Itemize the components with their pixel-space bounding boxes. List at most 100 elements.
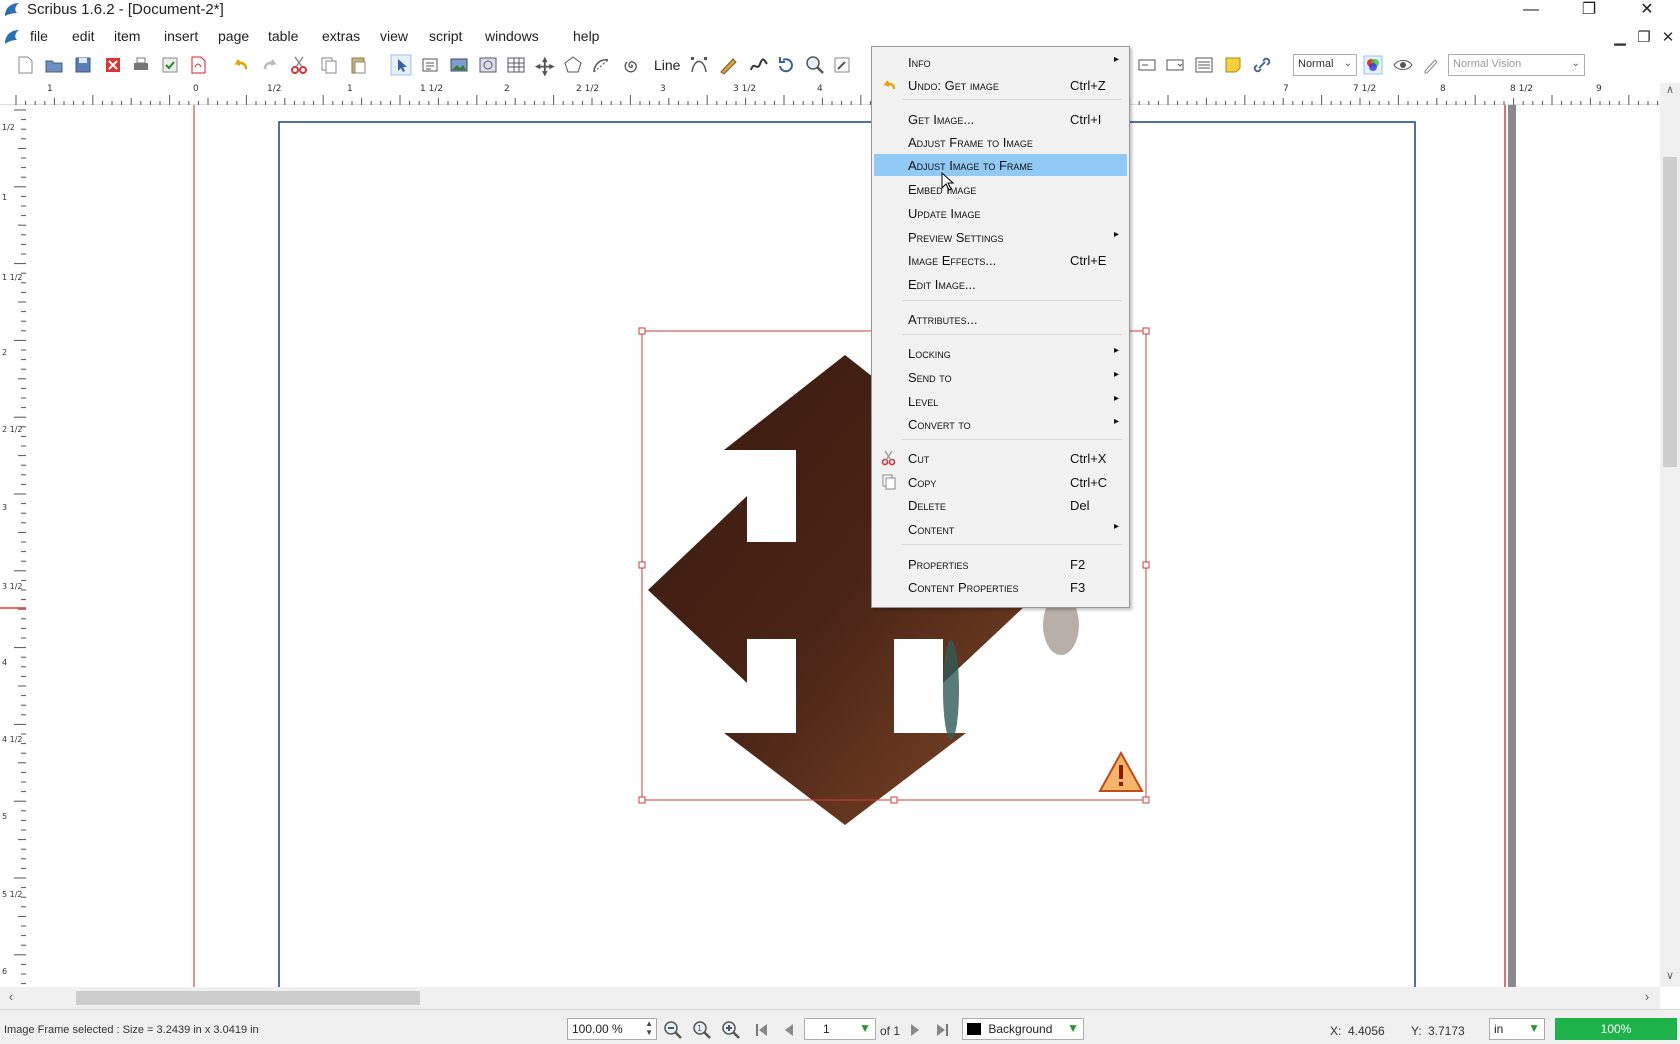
menu-item-copy[interactable]: Copy Ctrl+C — [874, 471, 1127, 493]
scroll-right-icon[interactable]: › — [1638, 989, 1656, 1007]
line-tool-label[interactable]: Line — [654, 57, 680, 73]
edit-mode-icon[interactable] — [1420, 54, 1442, 76]
preview-mode-icon[interactable] — [1392, 54, 1414, 76]
menu-help[interactable]: help — [573, 28, 599, 44]
polygon-tool-icon[interactable] — [562, 54, 584, 76]
first-page-icon[interactable] — [752, 1020, 772, 1040]
menu-item-send-to[interactable]: Send to ▸ — [874, 366, 1127, 388]
pdf-text-field-icon[interactable] — [1136, 54, 1158, 76]
menu-item-update-image[interactable]: Update Image — [874, 202, 1127, 224]
vertical-scroll-thumb[interactable] — [1663, 157, 1677, 467]
menu-item-adjust-frame-to-image[interactable]: Adjust Frame to Image — [874, 131, 1127, 153]
horizontal-scrollbar[interactable]: ‹ › — [0, 987, 1660, 1009]
zoom-input[interactable]: 100.00 % ▲ ▼ — [567, 1018, 657, 1040]
link-annotation-icon[interactable] — [1251, 54, 1273, 76]
menu-item-content-properties[interactable]: Content Properties F3 — [874, 576, 1127, 598]
menu-table[interactable]: table — [268, 28, 298, 44]
shape-tool-icon[interactable] — [534, 54, 556, 77]
menu-view[interactable]: view — [380, 28, 408, 44]
rotate-tool-icon[interactable] — [775, 54, 797, 76]
menu-item-locking[interactable]: Locking ▸ — [874, 342, 1127, 364]
menu-file[interactable]: file — [30, 28, 48, 44]
page-number-select[interactable]: 1 ▼ — [804, 1018, 876, 1040]
scroll-left-icon[interactable]: ‹ — [2, 989, 20, 1007]
arc-tool-icon[interactable] — [590, 54, 612, 76]
menu-edit[interactable]: edit — [72, 28, 95, 44]
menu-item-embed-image[interactable]: Embed Image — [874, 178, 1127, 200]
visual-appearance-select[interactable]: Normal Vision ⌄ — [1448, 54, 1585, 76]
image-preview-quality-select[interactable]: Normal ⌄ — [1293, 54, 1357, 76]
doc-close-icon[interactable]: ✕ — [1658, 28, 1678, 48]
zoom-actual-size-icon[interactable]: 1 — [692, 1020, 712, 1040]
menu-item-level[interactable]: Level ▸ — [874, 390, 1127, 412]
menu-item-cut[interactable]: Cut Ctrl+X — [874, 447, 1127, 469]
unit-select[interactable]: in ▼ — [1489, 1018, 1545, 1040]
print-icon[interactable] — [130, 54, 152, 76]
calligraphic-tool-icon[interactable] — [748, 54, 770, 76]
menu-insert[interactable]: insert — [164, 28, 198, 44]
menu-item-info[interactable]: Info ▸ — [874, 51, 1127, 73]
close-document-icon[interactable] — [102, 54, 124, 76]
cut-icon[interactable] — [288, 54, 310, 76]
menu-page[interactable]: page — [218, 28, 249, 44]
menu-item-properties[interactable]: Properties F2 — [874, 553, 1127, 575]
zoom-in-icon[interactable] — [721, 1020, 741, 1040]
zoom-out-icon[interactable] — [663, 1020, 683, 1040]
pdf-list-box-icon[interactable] — [1193, 54, 1215, 76]
menu-item-delete[interactable]: Delete Del — [874, 494, 1127, 516]
menu-windows[interactable]: windows — [485, 28, 539, 44]
menu-item-content[interactable]: Content ▸ — [874, 518, 1127, 540]
doc-restore-icon[interactable]: ❐ — [1634, 28, 1654, 48]
preflight-icon[interactable] — [159, 54, 181, 76]
color-management-icon[interactable] — [1362, 54, 1384, 76]
freehand-tool-icon[interactable] — [717, 54, 739, 76]
menu-item-convert-to[interactable]: Convert to ▸ — [874, 413, 1127, 435]
image-frame-icon[interactable] — [448, 54, 470, 76]
open-folder-icon[interactable] — [43, 54, 65, 76]
scroll-up-icon[interactable]: ∧ — [1660, 83, 1680, 101]
edit-contents-icon[interactable] — [831, 54, 853, 76]
menu-item-adjust-image-to-frame[interactable]: Adjust Image to Frame — [874, 154, 1127, 176]
menu-item-undo[interactable]: Undo: Get image Ctrl+Z — [874, 74, 1127, 96]
bezier-tool-icon[interactable] — [688, 54, 710, 76]
new-document-icon[interactable] — [14, 54, 36, 76]
redo-icon[interactable] — [259, 54, 281, 76]
paste-icon[interactable] — [347, 54, 369, 76]
save-icon[interactable] — [72, 54, 94, 76]
next-page-icon[interactable] — [905, 1020, 925, 1040]
pdf-combo-box-icon[interactable] — [1164, 54, 1186, 76]
menu-script[interactable]: script — [429, 28, 462, 44]
layer-name-value: Background — [988, 1022, 1053, 1036]
zoom-tool-icon[interactable] — [804, 54, 826, 76]
horizontal-scroll-thumb[interactable] — [76, 991, 420, 1005]
document-canvas[interactable] — [26, 105, 1660, 987]
doc-minimize-icon[interactable]: ▁ — [1610, 28, 1630, 48]
render-frame-icon[interactable] — [477, 54, 499, 76]
horizontal-ruler[interactable]: 1 0 1/2 1 1 1/2 2 2 1/2 3 3 1/2 4 7 7 1/… — [0, 83, 1662, 105]
layer-select[interactable]: Background ▼ — [962, 1018, 1084, 1040]
scroll-down-icon[interactable]: ∨ — [1660, 969, 1680, 987]
spiral-tool-icon[interactable] — [620, 54, 642, 76]
vertical-scrollbar[interactable]: ∧ ∨ — [1660, 83, 1680, 987]
restore-button[interactable]: ❐ — [1566, 0, 1612, 20]
export-pdf-icon[interactable] — [187, 54, 209, 76]
last-page-icon[interactable] — [932, 1020, 952, 1040]
menu-item-image-effects[interactable]: Image Effects... Ctrl+E — [874, 249, 1127, 271]
select-tool-icon[interactable] — [390, 54, 412, 76]
text-frame-icon[interactable] — [419, 54, 441, 76]
menu-item-attributes[interactable]: Attributes... — [874, 308, 1127, 330]
table-tool-icon[interactable] — [505, 54, 527, 76]
previous-page-icon[interactable] — [779, 1020, 799, 1040]
minimize-button[interactable]: — — [1508, 0, 1554, 20]
undo-icon[interactable] — [230, 54, 252, 76]
vertical-ruler[interactable]: 1/2 1 1 1/2 2 2 1/2 3 3 1/2 4 4 1/2 5 5 … — [0, 105, 26, 987]
menu-extras[interactable]: extras — [322, 28, 360, 44]
zoom-spinner-icon[interactable]: ▲ ▼ — [645, 1019, 653, 1037]
close-window-button[interactable]: ✕ — [1624, 0, 1670, 20]
menu-item-edit-image[interactable]: Edit Image... — [874, 273, 1127, 295]
menu-item-get-image[interactable]: Get Image... Ctrl+I — [874, 108, 1127, 130]
pdf-annotation-icon[interactable] — [1222, 54, 1244, 76]
menu-item-preview-settings[interactable]: Preview Settings ▸ — [874, 226, 1127, 248]
menu-item[interactable]: item — [114, 28, 140, 44]
copy-icon[interactable] — [318, 54, 340, 76]
